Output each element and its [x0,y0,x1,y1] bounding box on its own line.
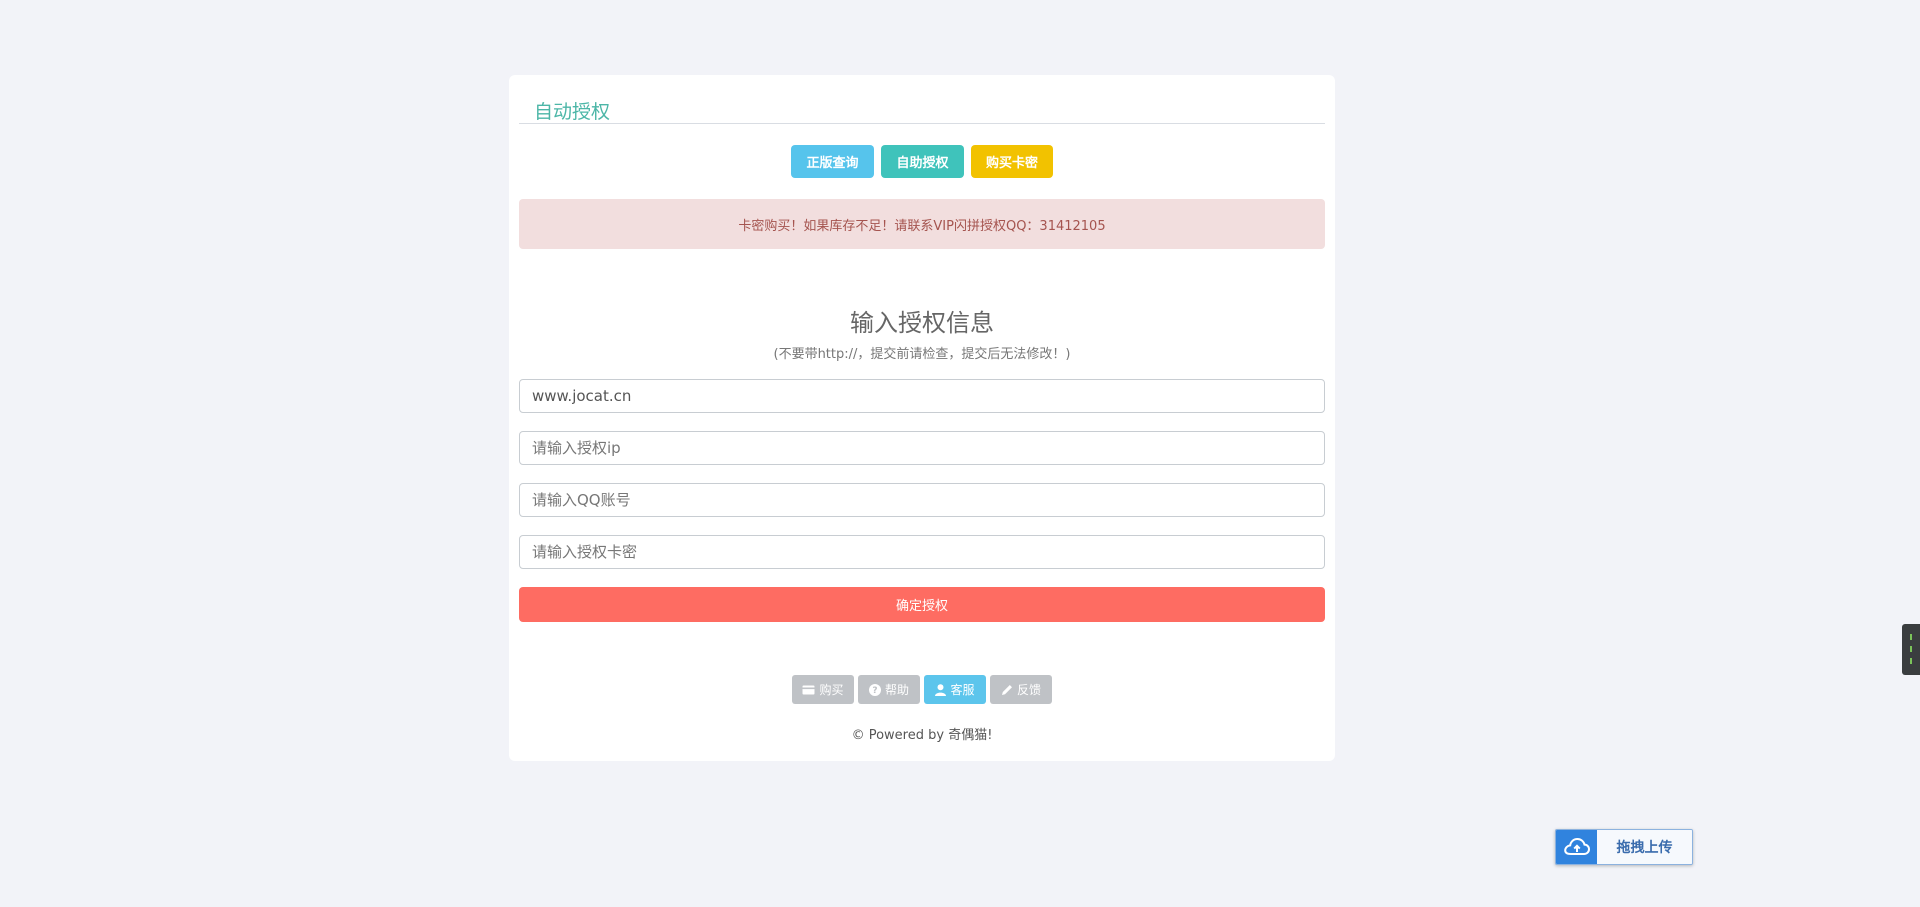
footer-feedback-label: 反馈 [1016,683,1041,697]
top-button-group: 正版查询 自助授权 购买卡密 [509,145,1335,178]
credit-card-icon [802,685,815,695]
drag-upload-label: 拖拽上传 [1597,830,1692,864]
card-title: 自动授权 [534,101,611,123]
buy-card-button[interactable]: 购买卡密 [971,145,1053,178]
cloud-upload-icon [1556,830,1597,864]
footer-service-button[interactable]: 客服 [924,675,986,704]
form-heading: 输入授权信息 [850,309,994,337]
footer-service-label: 客服 [950,683,975,697]
ip-input[interactable] [519,431,1325,465]
form-subheading: (不要带http://，提交前请检查，提交后无法修改！) [773,347,1071,362]
footer-button-group: 购买 ? 帮助 客服 反馈 [509,675,1335,704]
genuine-query-button[interactable]: 正版查询 [791,145,874,178]
question-circle-icon: ? [868,683,881,696]
svg-text:?: ? [872,686,877,696]
footer-help-label: 帮助 [884,683,909,697]
footer-feedback-button[interactable]: 反馈 [990,675,1052,704]
notice-alert: 卡密购买！如果库存不足！请联系VIP闪拼授权QQ：31412105 [519,199,1325,249]
user-icon [935,683,947,696]
powered-by-text: © Powered by 奇偶猫! [851,728,993,743]
footer-buy-label: 购买 [819,683,844,697]
card-key-input[interactable] [519,535,1325,569]
footer-buy-button[interactable]: 购买 [792,675,854,704]
pencil-icon [1001,684,1013,696]
side-widget-indicator [1910,646,1912,652]
auth-card: 自动授权 正版查询 自助授权 购买卡密 卡密购买！如果库存不足！请联系VIP闪拼… [509,75,1335,761]
notice-alert-text: 卡密购买！如果库存不足！请联系VIP闪拼授权QQ：31412105 [738,218,1106,234]
side-toolbar-widget[interactable] [1902,624,1920,675]
confirm-auth-button[interactable]: 确定授权 [519,587,1325,622]
qq-input[interactable] [519,483,1325,517]
footer-help-button[interactable]: ? 帮助 [858,675,920,704]
domain-input[interactable] [519,379,1325,413]
title-divider [519,123,1325,124]
drag-upload-widget[interactable]: 拖拽上传 [1555,829,1693,865]
self-auth-button[interactable]: 自助授权 [881,145,964,178]
side-widget-indicator [1910,634,1912,640]
side-widget-indicator [1910,658,1912,664]
